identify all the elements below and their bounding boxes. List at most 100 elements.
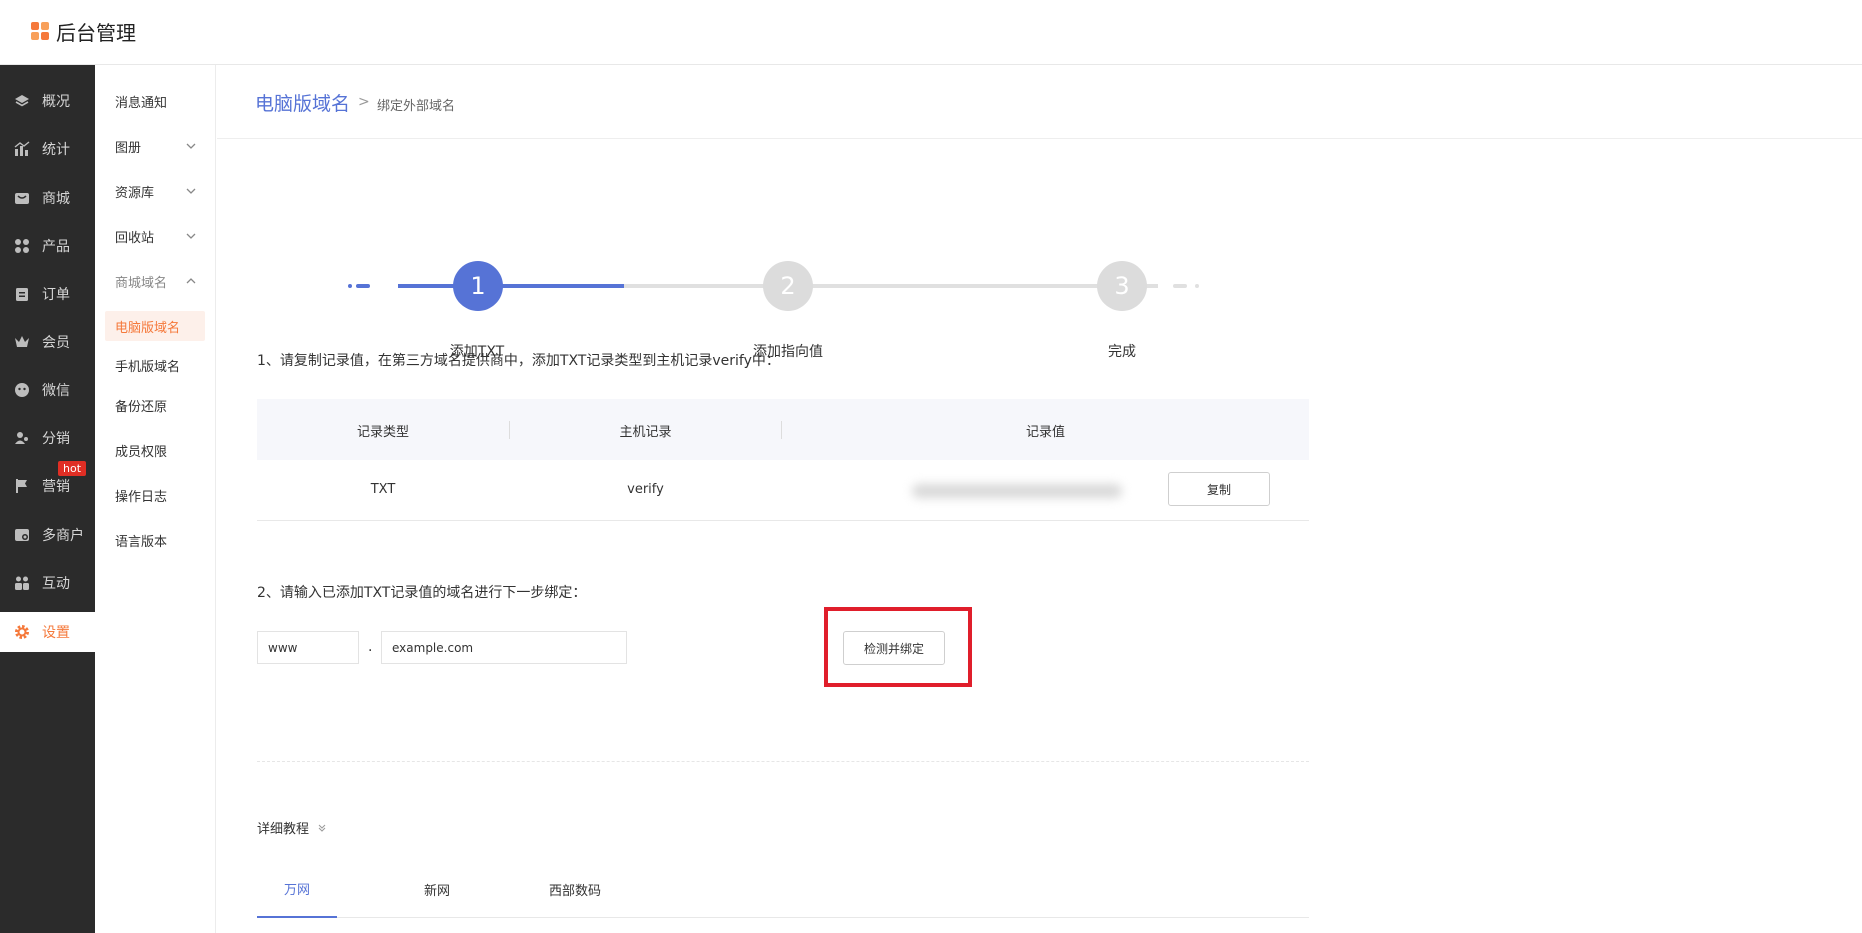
sub-item-label: 回收站 bbox=[115, 230, 155, 246]
nav-label: 营销 bbox=[42, 479, 70, 495]
nav-item-wechat[interactable]: 微信 bbox=[0, 370, 95, 410]
stepper-dash bbox=[356, 284, 370, 288]
sub-item-notifications[interactable]: 消息通知 bbox=[105, 86, 205, 116]
chevron-up-icon bbox=[185, 275, 197, 291]
sub-item-recycle-bin[interactable]: 回收站 bbox=[105, 221, 205, 251]
column-header: 记录类型 bbox=[356, 425, 409, 440]
nav-item-members[interactable]: 会员 bbox=[0, 322, 95, 362]
nav-label: 多商户 bbox=[42, 528, 84, 544]
sub-item-operation-log[interactable]: 操作日志 bbox=[105, 480, 205, 510]
sub-item-permissions[interactable]: 成员权限 bbox=[105, 435, 205, 465]
tutorial-title: 详细教程 bbox=[257, 822, 310, 837]
step2-instruction: 2、请输入已添加TXT记录值的域名进行下一步绑定： bbox=[257, 585, 587, 601]
tutorial-toggle[interactable]: 详细教程 bbox=[257, 818, 327, 837]
sub-item-pc-domain[interactable]: 电脑版域名 bbox=[105, 311, 205, 341]
nav-item-products[interactable]: 产品 bbox=[0, 226, 95, 266]
nav-label: 互动 bbox=[42, 576, 70, 592]
sub-item-label: 备份还原 bbox=[115, 399, 168, 415]
crown-icon bbox=[14, 334, 30, 350]
sub-item-label: 图册 bbox=[115, 140, 142, 156]
domain-dot: . bbox=[368, 639, 373, 655]
main-content: 电脑版域名 > 绑定外部域名 1 2 3 添加TXT 添加指向值 完成 1、请复… bbox=[217, 65, 1862, 933]
sub-item-resources[interactable]: 资源库 bbox=[105, 176, 205, 206]
check-and-bind-button[interactable]: 检测并绑定 bbox=[843, 631, 945, 665]
section-divider bbox=[257, 761, 1309, 762]
people-icon bbox=[14, 575, 30, 591]
sub-item-label: 手机版域名 bbox=[115, 359, 181, 375]
sub-item-label: 电脑版域名 bbox=[115, 320, 181, 336]
nav-item-settings[interactable]: 设置 bbox=[0, 612, 95, 652]
nav-item-multi-merchant[interactable]: 多商户 bbox=[0, 515, 95, 555]
sub-item-language[interactable]: 语言版本 bbox=[105, 525, 205, 555]
grid-icon bbox=[14, 238, 30, 254]
copy-button[interactable]: 复制 bbox=[1168, 472, 1270, 506]
top-bar: 后台管理 bbox=[0, 0, 1862, 65]
breadcrumb-link[interactable]: 电脑版域名 bbox=[255, 89, 350, 116]
nav-label: 概况 bbox=[42, 94, 70, 110]
nav-label: 微信 bbox=[42, 383, 70, 399]
breadcrumb-current: 绑定外部域名 bbox=[377, 99, 456, 114]
nav-item-overview[interactable]: 概况 bbox=[0, 81, 95, 121]
subdomain-prefix-input[interactable]: www bbox=[257, 631, 359, 664]
stepper-progress-line bbox=[398, 284, 624, 288]
double-chevron-down-icon bbox=[317, 822, 327, 837]
nav-item-interaction[interactable]: 互动 bbox=[0, 563, 95, 603]
host-record-cell: verify bbox=[627, 482, 664, 497]
chart-icon bbox=[14, 141, 30, 157]
logo-icon bbox=[31, 21, 51, 42]
step-3-label: 完成 bbox=[1108, 344, 1136, 360]
stepper: 1 2 3 添加TXT 添加指向值 完成 bbox=[348, 195, 1257, 360]
shop-icon bbox=[14, 190, 30, 206]
column-header: 主机记录 bbox=[619, 425, 672, 440]
wechat-icon bbox=[14, 382, 30, 398]
nav-item-shop[interactable]: 商城 bbox=[0, 178, 95, 218]
stepper-dash bbox=[1173, 284, 1187, 288]
sub-item-shop-domain[interactable]: 商城域名 bbox=[105, 266, 205, 296]
users-icon bbox=[14, 430, 30, 446]
sub-item-label: 操作日志 bbox=[115, 489, 168, 505]
tab-xinnet[interactable]: 新网 bbox=[397, 860, 477, 918]
app-logo[interactable]: 后台管理 bbox=[31, 17, 136, 46]
nav-label: 订单 bbox=[42, 287, 70, 303]
nav-item-stats[interactable]: 统计 bbox=[0, 129, 95, 169]
tab-west-digital[interactable]: 西部数码 bbox=[525, 860, 625, 918]
sub-sidebar: 消息通知 图册 资源库 回收站 商城域名 电脑版域名 手机版域名 备份还原 成员… bbox=[95, 65, 216, 933]
chevron-down-icon bbox=[185, 230, 197, 246]
nav-label: 统计 bbox=[42, 142, 70, 158]
step1-instruction: 1、请复制记录值，在第三方域名提供商中，添加TXT记录类型到主机记录verify… bbox=[257, 353, 780, 369]
stepper-dot bbox=[348, 284, 352, 288]
store-icon bbox=[14, 527, 30, 543]
chevron-right-icon: > bbox=[358, 94, 370, 110]
record-type-cell: TXT bbox=[370, 482, 396, 497]
main-sidebar: 概况 统计 商城 产品 订单 会员 微信 分销 营销 多商户 互动 设置 bbox=[0, 65, 95, 655]
app-title: 后台管理 bbox=[56, 21, 136, 45]
nav-label: 商城 bbox=[42, 191, 70, 207]
nav-label: 会员 bbox=[42, 335, 70, 351]
sub-item-gallery[interactable]: 图册 bbox=[105, 131, 205, 161]
dns-record-table: 记录类型 主机记录 记录值 TXT verify 复制 bbox=[257, 399, 1309, 521]
record-value-blurred bbox=[900, 464, 1138, 518]
main-sidebar-footer bbox=[0, 655, 95, 933]
nav-item-orders[interactable]: 订单 bbox=[0, 274, 95, 314]
step-2-circle: 2 bbox=[763, 261, 813, 311]
stepper-track-line bbox=[624, 284, 1158, 288]
sub-item-label: 成员权限 bbox=[115, 444, 168, 460]
sub-item-backup[interactable]: 备份还原 bbox=[105, 390, 205, 420]
hot-badge: hot bbox=[58, 461, 87, 476]
chevron-down-icon bbox=[185, 185, 197, 201]
stepper-dot bbox=[1195, 284, 1199, 288]
nav-label: 产品 bbox=[42, 239, 70, 255]
table-header: 记录类型 主机记录 记录值 bbox=[257, 399, 1309, 460]
step-3-circle: 3 bbox=[1097, 261, 1147, 311]
tutorial-tabs: 万网 新网 西部数码 bbox=[257, 860, 1309, 918]
column-header: 记录值 bbox=[1025, 425, 1065, 440]
nav-label: 设置 bbox=[42, 625, 70, 641]
domain-input[interactable]: example.com bbox=[381, 631, 627, 664]
tab-wanwang[interactable]: 万网 bbox=[257, 860, 337, 918]
sub-item-label: 商城域名 bbox=[115, 275, 168, 291]
sub-item-label: 语言版本 bbox=[115, 534, 168, 550]
nav-item-distribution[interactable]: 分销 bbox=[0, 418, 95, 458]
layers-icon bbox=[14, 93, 30, 109]
sub-item-mobile-domain[interactable]: 手机版域名 bbox=[105, 350, 205, 380]
flag-icon bbox=[14, 478, 30, 494]
